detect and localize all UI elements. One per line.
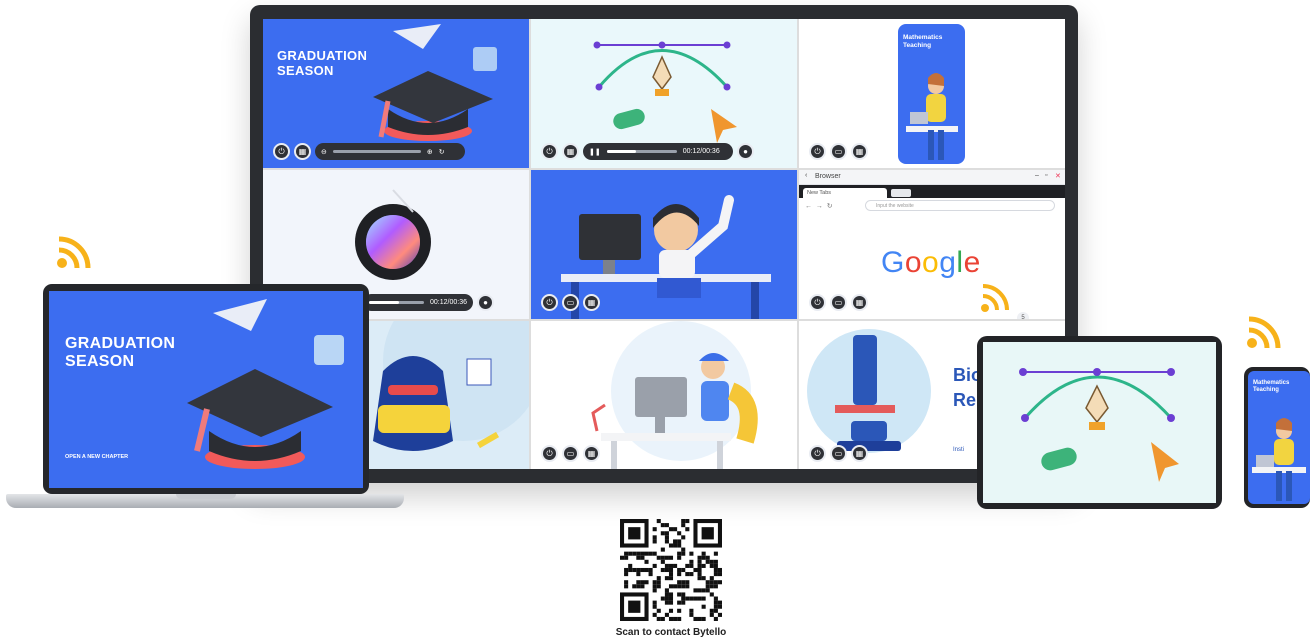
- tile-controls: ⏻ ▭ ▦: [809, 143, 868, 160]
- logo-letter: G: [881, 246, 905, 279]
- qr-caption: Scan to contact Bytello: [615, 627, 727, 638]
- phone-title-line1: Mathematics: [1253, 380, 1290, 386]
- browser-address-bar[interactable]: Input the website: [865, 200, 1055, 211]
- maximize-icon[interactable]: ▫: [1045, 172, 1047, 179]
- browser-titlebar: ‹ Browser – ▫ ✕: [799, 170, 1065, 185]
- logo-letter: e: [963, 246, 981, 279]
- video-bar[interactable]: ❚❚ 00:12/00:36: [583, 143, 733, 160]
- grid-icon[interactable]: ▦: [583, 294, 600, 311]
- teacher-illustration: [906, 73, 958, 160]
- window-icon[interactable]: ▭: [562, 294, 579, 311]
- teacher-illustration: [1252, 418, 1306, 501]
- tile-controls: ⏻ ▭ ▦: [541, 445, 600, 462]
- tile-controls: ⏻ ▭ ▦: [541, 294, 600, 311]
- new-tab-button[interactable]: [891, 189, 911, 197]
- audio-progress[interactable]: [369, 301, 425, 304]
- tile-browser[interactable]: ‹ Browser – ▫ ✕ New Tabs ← → ↻ Input the…: [799, 170, 1065, 319]
- bezier-pen-illustration: [1019, 368, 1179, 482]
- power-icon[interactable]: ⏻: [541, 294, 558, 311]
- zoom-slider[interactable]: [332, 150, 421, 153]
- audio-timecode: 00:12/00:36: [430, 299, 467, 306]
- close-icon[interactable]: ✕: [1055, 172, 1061, 180]
- browser-tabstrip: New Tabs: [799, 185, 1065, 198]
- power-icon[interactable]: ⏻: [809, 294, 826, 311]
- zoom-in-icon[interactable]: ⊕: [427, 148, 433, 156]
- rotate-icon[interactable]: ↻: [439, 148, 445, 156]
- cast-count-badge: 5: [1017, 312, 1029, 319]
- back-icon[interactable]: ‹: [805, 172, 807, 179]
- grid-icon[interactable]: ▦: [562, 143, 579, 160]
- tile-controls: ⏻ ▦ ❚❚ 00:12/00:36 ●: [541, 143, 754, 160]
- video-timecode: 00:12/00:36: [682, 148, 720, 155]
- tile-controls: ⏻ ▦ ⊖ ⊕ ↻: [273, 143, 465, 160]
- pause-icon[interactable]: ❚❚: [589, 148, 601, 156]
- zoom-bar[interactable]: ⊖ ⊕ ↻: [315, 143, 465, 160]
- laptop-title-line1: GRADUATION: [65, 335, 176, 352]
- browser-nav-icons[interactable]: ← → ↻: [805, 202, 833, 210]
- video-progress[interactable]: [606, 150, 677, 153]
- tile-pen-tool[interactable]: ⏻ ▦ ❚❚ 00:12/00:36 ●: [531, 19, 797, 168]
- minimize-icon[interactable]: –: [1035, 172, 1039, 179]
- grid-icon[interactable]: ▦: [851, 143, 868, 160]
- tile-student-computer[interactable]: ⏻ ▭ ▦: [531, 170, 797, 319]
- logo-letter: o: [904, 246, 923, 279]
- biology-footer: Insti: [953, 447, 965, 453]
- window-icon[interactable]: ▭: [830, 143, 847, 160]
- laptop-screen: GRADUATION SEASON OPEN A NEW CHAPTER: [49, 291, 363, 488]
- tile-controls: ⏻ ▭ ▦: [809, 445, 868, 462]
- grid-icon[interactable]: ▦: [851, 445, 868, 462]
- tile-graduation[interactable]: GRADUATION SEASON ⏻ ▦ ⊖ ⊕ ↻: [263, 19, 529, 168]
- cast-icon: [981, 284, 1009, 312]
- graduation-cap-illustration: [187, 299, 344, 469]
- logo-letter: l: [956, 246, 964, 279]
- display-screen: GRADUATION SEASON ⏻ ▦ ⊖ ⊕ ↻ ⏻ ▦ ❚❚ 00:12…: [263, 19, 1065, 469]
- laptop-subtitle: OPEN A NEW CHAPTER: [65, 454, 129, 460]
- power-icon[interactable]: ⏻: [273, 143, 290, 160]
- phone-title-line2: Teaching: [1253, 387, 1279, 394]
- browser-window-title: Browser: [815, 173, 841, 180]
- window-icon[interactable]: ▭: [562, 445, 579, 462]
- power-icon[interactable]: ⏻: [809, 143, 826, 160]
- window-icon[interactable]: ▭: [830, 445, 847, 462]
- laptop-title-line2: SEASON: [65, 353, 135, 371]
- camera-icon[interactable]: ●: [737, 143, 754, 160]
- google-logo: Google: [881, 246, 981, 280]
- cast-icon: [57, 236, 91, 269]
- zoom-out-icon[interactable]: ⊖: [321, 148, 327, 156]
- tile-controls: 00:12/00:36 ●: [363, 294, 494, 311]
- grid-icon[interactable]: ▦: [583, 445, 600, 462]
- browser-tab[interactable]: New Tabs: [803, 188, 887, 198]
- grid-icon[interactable]: ▦: [851, 294, 868, 311]
- grid-icon[interactable]: ▦: [294, 143, 311, 160]
- logo-letter: o: [922, 246, 940, 279]
- tile-math-phone[interactable]: Mathematics Teaching ⏻ ▭ ▦: [799, 19, 1065, 168]
- power-icon[interactable]: ⏻: [809, 445, 826, 462]
- math-title-line2: Teaching: [903, 41, 932, 49]
- tile-title-line1: GRADUATION: [277, 48, 368, 63]
- audio-bar[interactable]: 00:12/00:36: [363, 294, 473, 311]
- math-title-line1: Mathematics: [903, 34, 943, 41]
- laptop-notch: [176, 494, 236, 499]
- camera-icon[interactable]: ●: [477, 294, 494, 311]
- cast-icon: [1247, 316, 1281, 349]
- tile-teacher-desk[interactable]: ⏻ ▭ ▦: [531, 321, 797, 469]
- qr-code[interactable]: [620, 519, 722, 621]
- phone-preview: Mathematics Teaching: [898, 24, 965, 164]
- power-icon[interactable]: ⏻: [541, 445, 558, 462]
- logo-letter: g: [939, 246, 957, 279]
- power-icon[interactable]: ⏻: [541, 143, 558, 160]
- tile-controls: ⏻ ▭ ▦: [809, 294, 868, 311]
- tile-title-line2: SEASON: [277, 62, 334, 78]
- phone-screen: Mathematics Teaching: [1248, 371, 1310, 504]
- tablet-screen: [983, 342, 1216, 503]
- window-icon[interactable]: ▭: [830, 294, 847, 311]
